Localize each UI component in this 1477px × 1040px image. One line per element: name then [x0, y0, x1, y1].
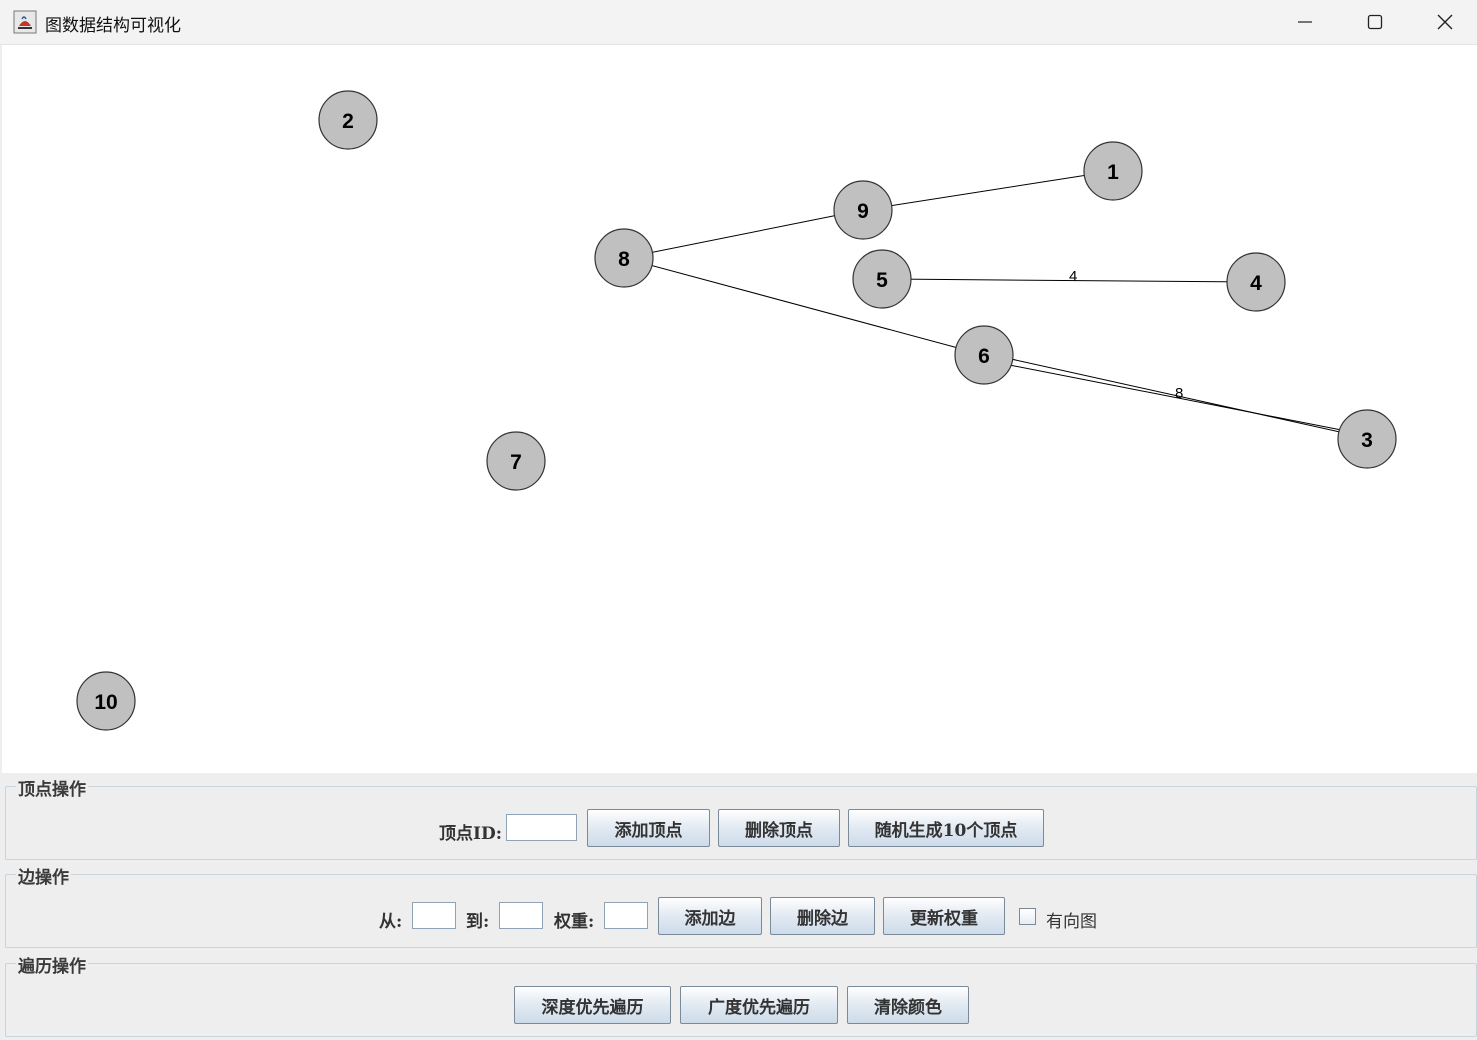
graph-node[interactable]: 10	[76, 671, 136, 731]
graph-nodes: 1 2 3 4 5 6 7 8 9 10	[76, 90, 1397, 731]
node-label: 3	[1361, 429, 1373, 452]
update-weight-button[interactable]: 更新权重	[883, 897, 1005, 935]
edge-weight-label: 4	[1069, 268, 1077, 285]
graph-node[interactable]: 2	[318, 90, 378, 150]
delete-vertex-button[interactable]: 删除顶点	[718, 809, 840, 847]
graph-node[interactable]: 5	[852, 249, 912, 309]
vertex-id-label: 顶点ID:	[439, 824, 502, 844]
bfs-button[interactable]: 广度优先遍历	[680, 986, 838, 1024]
maximize-button[interactable]	[1340, 0, 1410, 44]
close-icon	[1437, 14, 1453, 30]
directed-label: 有向图	[1046, 912, 1097, 932]
edge-weights: 4 8	[1069, 268, 1183, 402]
directed-checkbox[interactable]	[1019, 908, 1036, 925]
close-button[interactable]	[1410, 0, 1477, 44]
node-label: 1	[1107, 161, 1119, 184]
edge-from-label: 从:	[379, 912, 403, 932]
node-label: 9	[857, 200, 869, 223]
node-label: 6	[978, 345, 990, 368]
delete-edge-button[interactable]: 删除边	[770, 897, 875, 935]
edge-weight-label: 8	[1175, 385, 1183, 402]
graph-node[interactable]: 3	[1337, 409, 1397, 469]
graph-svg: 4 8 1 2 3 4 5 6 7 8 9 10	[76, 90, 1397, 731]
edge-weight-input[interactable]	[604, 902, 648, 929]
node-label: 7	[510, 451, 522, 474]
clear-color-button[interactable]: 清除颜色	[847, 986, 969, 1024]
edge-9-1[interactable]	[862, 170, 1114, 211]
minimize-button[interactable]	[1270, 0, 1340, 44]
node-label: 2	[342, 110, 354, 133]
minimize-icon	[1298, 21, 1312, 23]
edge-to-label: 到:	[466, 912, 490, 932]
edge-from-input[interactable]	[412, 902, 456, 929]
add-edge-button[interactable]: 添加边	[658, 897, 762, 935]
traverse-ops-panel: 遍历操作 深度优先遍历 广度优先遍历 清除颜色	[5, 952, 1477, 1037]
graph-node[interactable]: 6	[954, 325, 1014, 385]
add-vertex-button[interactable]: 添加顶点	[587, 809, 710, 847]
dfs-button[interactable]: 深度优先遍历	[514, 986, 671, 1024]
title-bar: 图数据结构可视化	[0, 0, 1477, 45]
traverse-ops-title: 遍历操作	[16, 952, 88, 977]
node-label: 5	[876, 269, 888, 292]
node-label: 10	[94, 691, 117, 714]
edge-weight-label: 权重:	[554, 912, 595, 932]
edge-ops-panel: 边操作 从: 到: 权重: 添加边 删除边 更新权重 有向图	[5, 863, 1477, 948]
window-title: 图数据结构可视化	[45, 16, 181, 36]
vertex-id-input[interactable]	[506, 814, 577, 841]
edge-to-input[interactable]	[499, 902, 543, 929]
graph-canvas[interactable]: 4 8 1 2 3 4 5 6 7 8 9 10	[2, 45, 1477, 773]
graph-node[interactable]: 1	[1083, 141, 1143, 201]
edge-8-6[interactable]	[623, 257, 985, 356]
graph-node[interactable]: 8	[594, 228, 654, 288]
node-label: 8	[618, 248, 630, 271]
edge-8-9[interactable]	[623, 209, 864, 259]
node-label: 4	[1250, 272, 1262, 295]
maximize-icon	[1367, 14, 1383, 30]
graph-node[interactable]: 9	[833, 180, 893, 240]
java-cup-icon	[13, 10, 37, 34]
graph-node[interactable]: 4	[1226, 252, 1286, 312]
edge-ops-title: 边操作	[16, 863, 71, 888]
random-vertices-button[interactable]: 随机生成10个顶点	[848, 809, 1044, 847]
vertex-ops-panel: 顶点操作 顶点ID: 添加顶点 删除顶点 随机生成10个顶点	[5, 775, 1477, 860]
vertex-ops-title: 顶点操作	[16, 775, 88, 800]
graph-node[interactable]: 7	[486, 431, 546, 491]
